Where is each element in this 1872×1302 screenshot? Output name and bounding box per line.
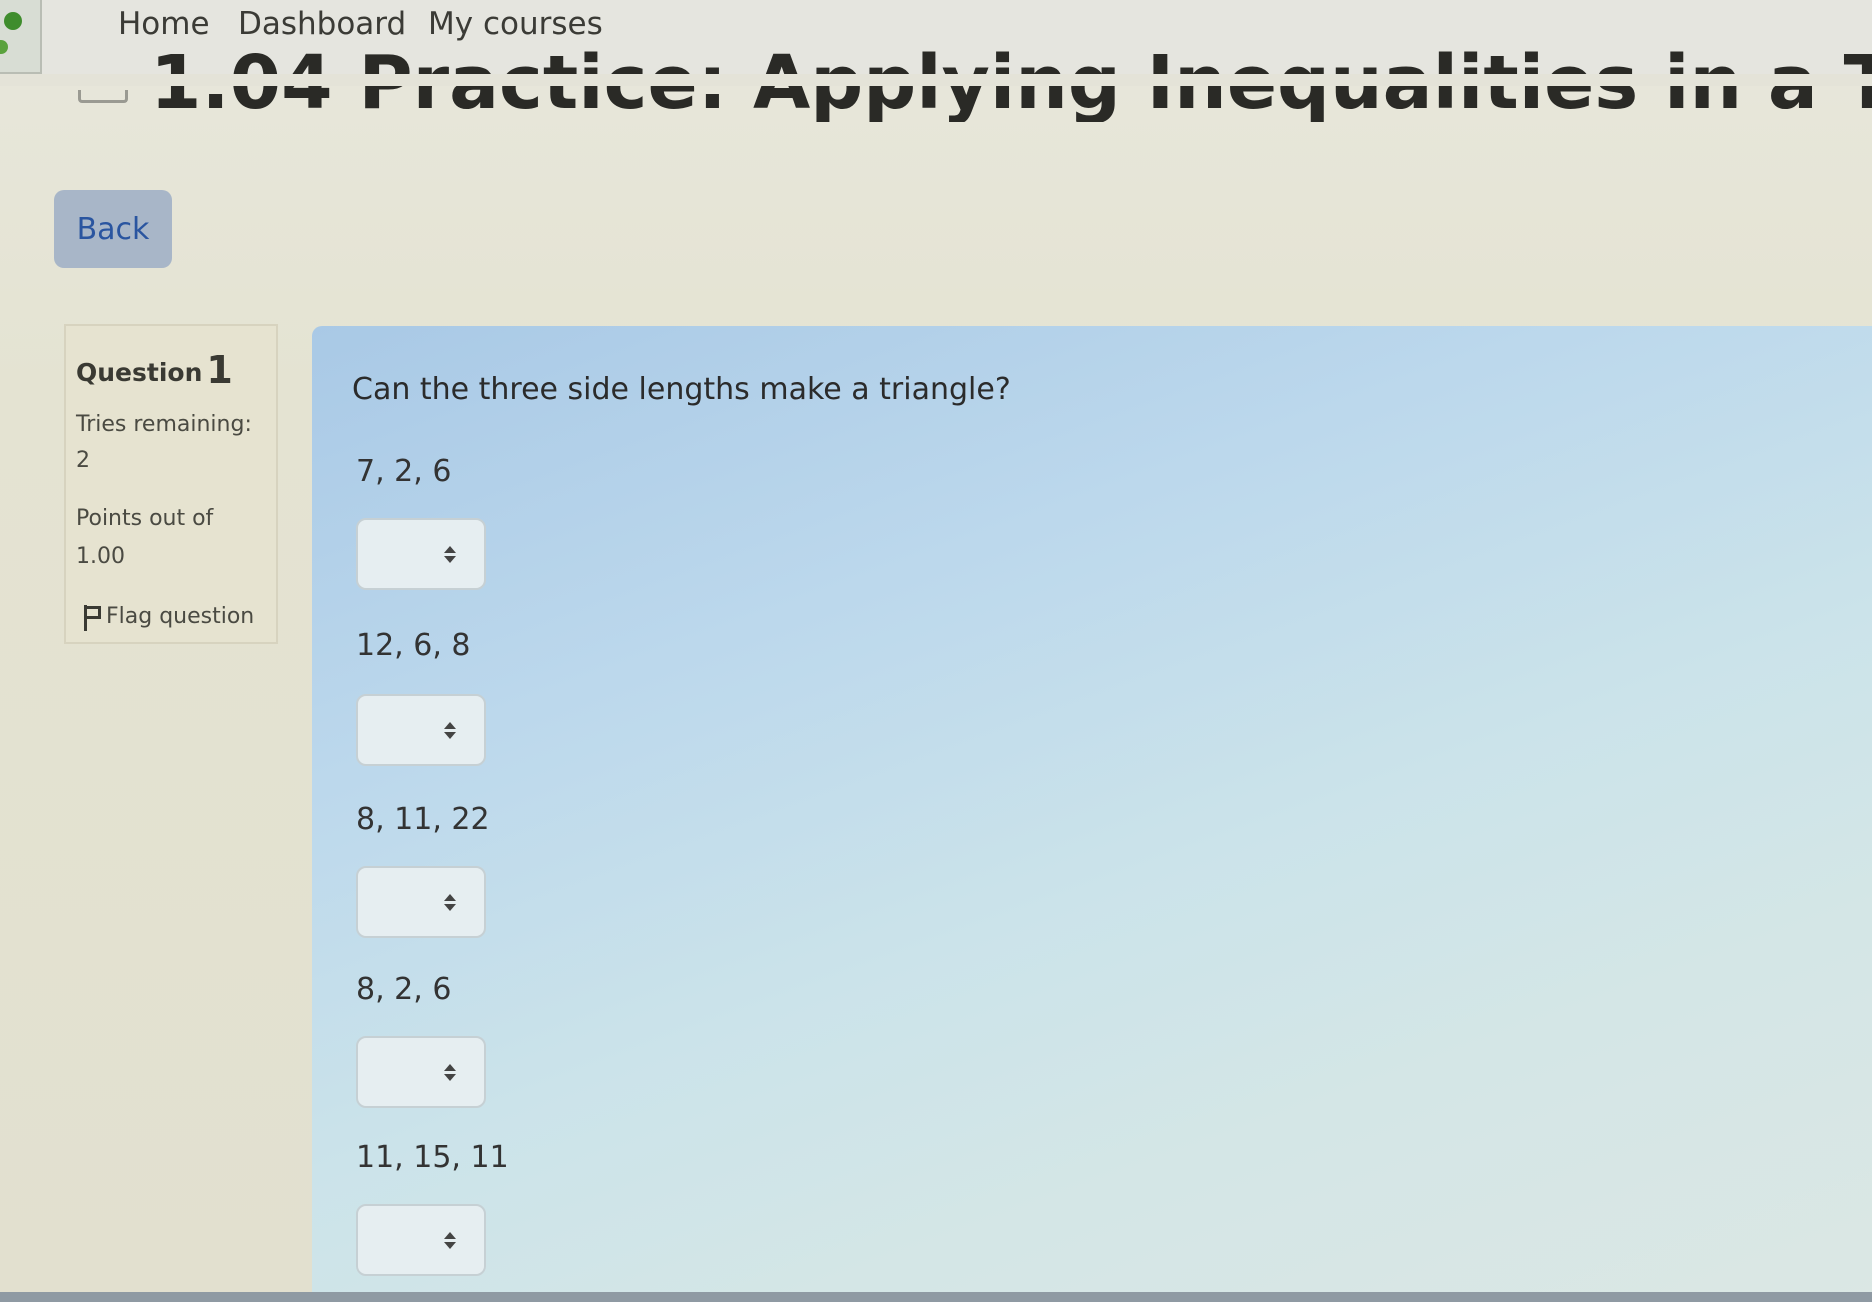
answer-select-4[interactable] bbox=[356, 1036, 486, 1108]
side-lengths-label-4: 8, 2, 6 bbox=[356, 972, 452, 1007]
answer-select-3[interactable] bbox=[356, 866, 486, 938]
back-button[interactable]: Back bbox=[54, 190, 172, 268]
answer-select-2[interactable] bbox=[356, 694, 486, 766]
side-lengths-label-5: 11, 15, 11 bbox=[356, 1140, 509, 1175]
question-number: 1 bbox=[206, 348, 233, 392]
question-prompt: Can the three side lengths make a triang… bbox=[352, 372, 1011, 407]
site-logo-icon[interactable] bbox=[0, 0, 42, 74]
select-arrows-icon bbox=[444, 546, 456, 564]
logo-leaf-shape bbox=[0, 40, 8, 54]
nav-dashboard-link[interactable]: Dashboard bbox=[238, 6, 406, 42]
flag-question-link[interactable]: Flag question bbox=[84, 604, 255, 631]
bottom-edge-bar bbox=[0, 1292, 1872, 1302]
points-value: 1.00 bbox=[76, 544, 125, 569]
flag-icon bbox=[84, 605, 101, 631]
answer-select-1[interactable] bbox=[356, 518, 486, 590]
flag-question-label: Flag question bbox=[106, 604, 255, 629]
nav-my-courses-link[interactable]: My courses bbox=[428, 6, 603, 42]
title-overlap-mask bbox=[0, 74, 1872, 86]
select-arrows-icon bbox=[444, 1064, 456, 1082]
answer-select-5[interactable] bbox=[356, 1204, 486, 1276]
points-label: Points out of bbox=[76, 506, 214, 531]
logo-leaf-icon bbox=[4, 12, 22, 30]
side-lengths-label-3: 8, 11, 22 bbox=[356, 802, 490, 837]
select-arrows-icon bbox=[444, 894, 456, 912]
nav-home-link[interactable]: Home bbox=[118, 6, 210, 42]
question-content-panel bbox=[312, 326, 1872, 1302]
activity-icon bbox=[78, 90, 128, 103]
question-info-panel: Question 1 Tries remaining: 2 Points out … bbox=[64, 324, 278, 644]
tries-remaining-label: Tries remaining: bbox=[76, 412, 252, 437]
select-arrows-icon bbox=[444, 722, 456, 740]
question-word: Question bbox=[76, 358, 203, 387]
tries-remaining-value: 2 bbox=[76, 448, 90, 473]
question-number-heading: Question 1 bbox=[76, 348, 233, 392]
select-arrows-icon bbox=[444, 1232, 456, 1250]
side-lengths-label-2: 12, 6, 8 bbox=[356, 628, 471, 663]
side-lengths-label-1: 7, 2, 6 bbox=[356, 454, 452, 489]
